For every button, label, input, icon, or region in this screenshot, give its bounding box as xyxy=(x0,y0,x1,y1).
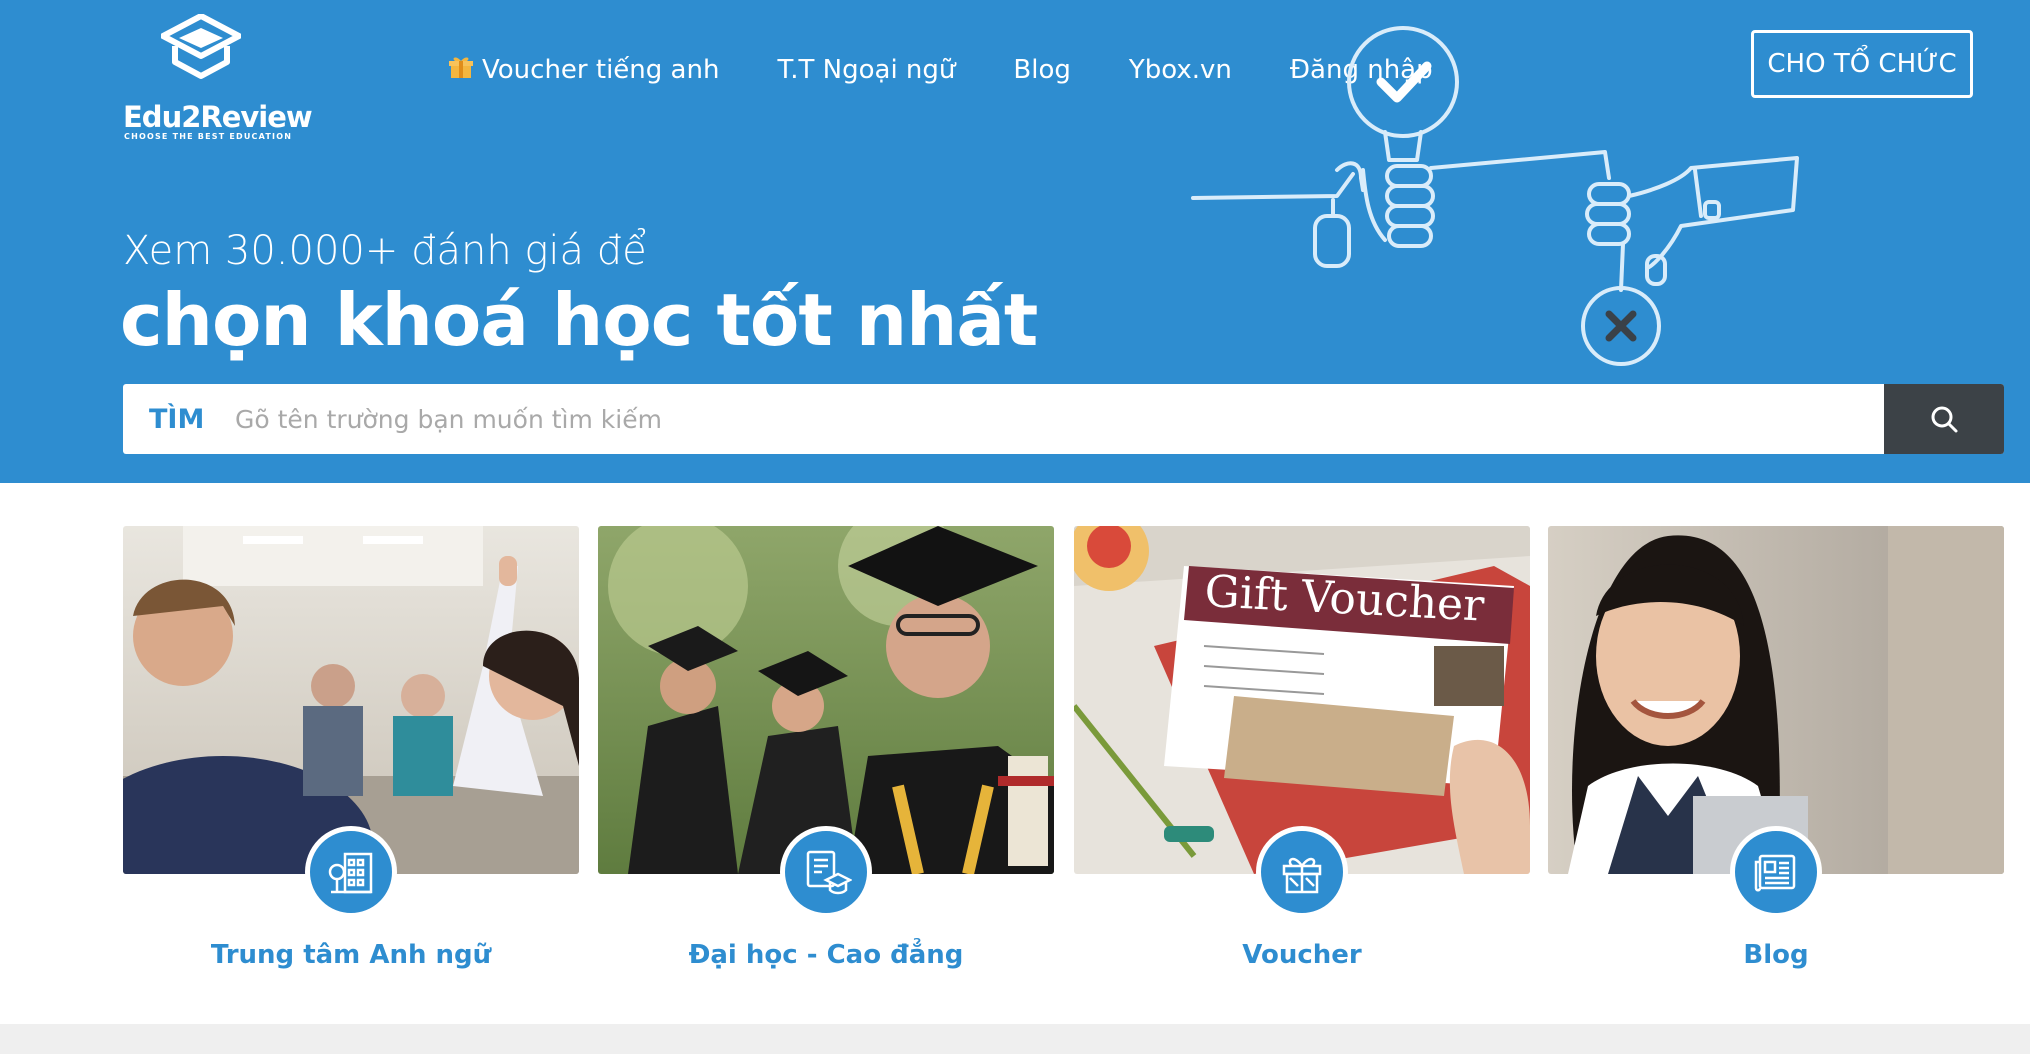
nav-item-login[interactable]: Đăng nhập xyxy=(1290,55,1433,85)
search-label: TÌM xyxy=(149,403,205,435)
graduation-document-icon xyxy=(780,826,872,918)
nav-item-label: Ybox.vn xyxy=(1128,55,1232,85)
hero-headline: chọn khoá học tốt nhất xyxy=(120,278,1038,362)
card-label: Voucher xyxy=(1242,940,1362,970)
search-input[interactable] xyxy=(223,384,1884,454)
card-university[interactable]: Đại học - Cao đẳng xyxy=(598,526,1054,976)
gift-icon xyxy=(1256,826,1348,918)
nav-item-language-center[interactable]: T.T Ngoại ngữ xyxy=(777,55,955,85)
classroom-photo xyxy=(123,526,579,874)
footer-divider xyxy=(0,1024,2030,1054)
nav-item-label: T.T Ngoại ngữ xyxy=(777,55,956,85)
for-organization-button[interactable]: CHO TỔ CHỨC xyxy=(1751,30,1973,98)
nav-item-ybox[interactable]: Ybox.vn xyxy=(1129,55,1232,85)
card-label: Blog xyxy=(1743,940,1809,970)
search-button[interactable] xyxy=(1884,384,2004,454)
search-bar: TÌM xyxy=(123,384,2004,454)
logo-tagline: CHOOSE THE BEST EDUCATION xyxy=(124,132,293,141)
graduation-cap-logo-icon xyxy=(161,14,241,79)
hero-banner: Edu2Review CHOOSE THE BEST EDUCATION Vou… xyxy=(0,0,2030,483)
nav-item-blog[interactable]: Blog xyxy=(1013,55,1070,85)
hero-subheadline: Xem 30.000+ đánh giá để xyxy=(123,228,647,274)
logo[interactable]: Edu2Review CHOOSE THE BEST EDUCATION xyxy=(123,14,313,141)
card-blog[interactable]: Blog xyxy=(1548,526,2004,976)
graduation-photo xyxy=(598,526,1054,874)
search-icon xyxy=(1931,406,1958,433)
nav-item-label: Đăng nhập xyxy=(1289,55,1433,85)
nav-item-label: Voucher tiếng anh xyxy=(482,55,720,85)
card-english-center[interactable]: Trung tâm Anh ngữ xyxy=(123,526,579,976)
main-nav: Voucher tiếng anh T.T Ngoại ngữ Blog Ybo… xyxy=(448,50,1433,90)
category-cards: Trung tâm Anh ngữ Đại học - Cao đẳng Gif… xyxy=(123,526,2004,976)
newspaper-icon xyxy=(1730,826,1822,918)
card-label: Đại học - Cao đẳng xyxy=(688,940,964,970)
logo-name: Edu2Review xyxy=(123,100,313,134)
building-icon xyxy=(305,826,397,918)
card-voucher[interactable]: Gift Voucher Voucher xyxy=(1074,526,1530,976)
gift-voucher-photo: Gift Voucher xyxy=(1074,526,1530,874)
card-label: Trung tâm Anh ngữ xyxy=(210,940,492,970)
nav-item-label: Blog xyxy=(1013,55,1071,85)
gift-icon xyxy=(448,54,474,87)
nav-item-voucher[interactable]: Voucher tiếng anh xyxy=(448,54,719,87)
student-photo xyxy=(1548,526,2004,874)
